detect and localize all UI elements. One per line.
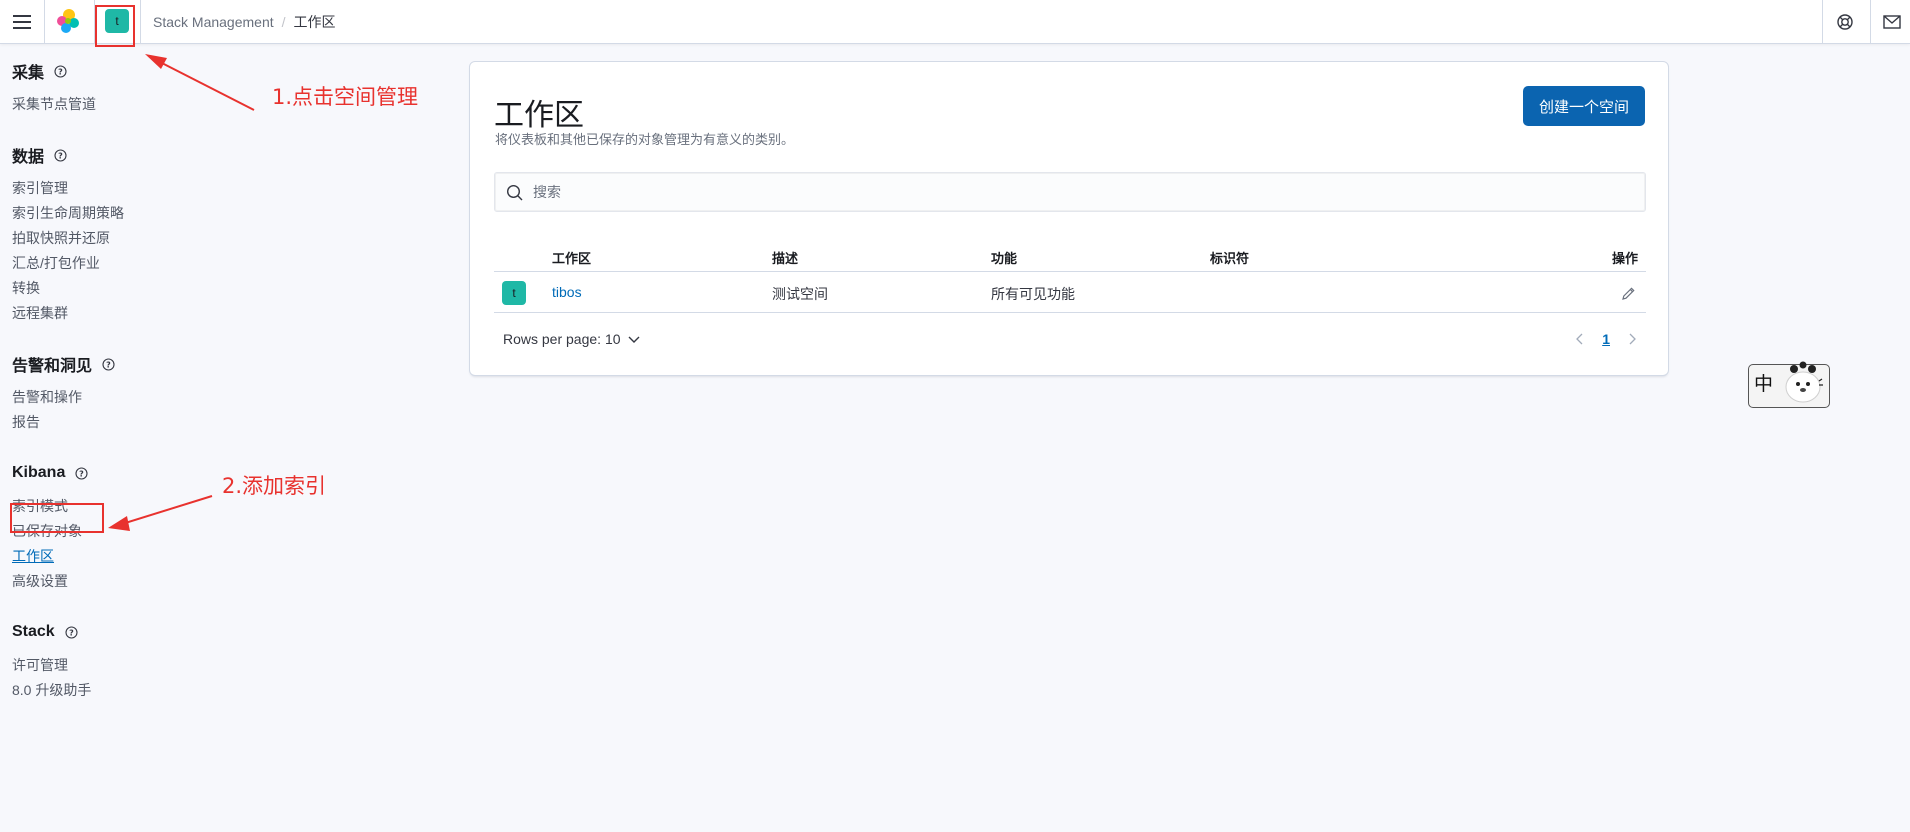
header-divider <box>140 0 141 44</box>
nav-group-title: 告警和洞见 <box>12 358 93 375</box>
table-header: 工作区 描述 功能 标识符 操作 <box>494 234 1646 272</box>
space-avatar: t <box>502 281 526 305</box>
header-divider <box>1870 0 1871 44</box>
chevron-left-icon[interactable] <box>1572 330 1588 348</box>
search-input[interactable] <box>533 173 1633 211</box>
rows-per-page-label: Rows per page: 10 <box>503 331 621 347</box>
sidebar-item-ilm-policies[interactable]: 索引生命周期策略 <box>12 201 342 226</box>
breadcrumb: Stack Management / 工作区 <box>153 12 336 32</box>
annotation-step2-label: 2.添加索引 <box>222 474 327 498</box>
sidebar-item-index-management[interactable]: 索引管理 <box>12 176 342 201</box>
help-icon: ? <box>65 625 78 639</box>
sidebar-item-alerts-actions[interactable]: 告警和操作 <box>12 385 342 410</box>
table-row: t tibos 测试空间 所有可见功能 <box>494 272 1646 313</box>
elastic-cluster-logo-icon[interactable] <box>54 7 82 35</box>
nav-group-data: 数据? 索引管理 索引生命周期策略 拍取快照并还原 汇总/打包作业 转换 远程集… <box>12 144 342 326</box>
page-description: 将仪表板和其他已保存的对象管理为有意义的类别。 <box>495 132 795 147</box>
newsfeed-mail-icon[interactable] <box>1879 9 1905 35</box>
search-icon <box>506 184 524 202</box>
sidebar-item-upgrade-assistant[interactable]: 8.0 升级助手 <box>12 678 342 703</box>
edit-pencil-icon[interactable] <box>1618 283 1638 303</box>
column-header-identifier: 标识符 <box>1210 251 1250 266</box>
breadcrumb-current: 工作区 <box>293 14 336 30</box>
space-features: 所有可见功能 <box>991 286 1075 302</box>
svg-text:?: ? <box>69 628 74 637</box>
column-header-space[interactable]: 工作区 <box>552 248 591 267</box>
header-divider <box>1822 0 1823 44</box>
spaces-panel: 工作区 将仪表板和其他已保存的对象管理为有意义的类别。 创建一个空间 工作区 描… <box>469 61 1669 376</box>
sidebar-item-rollup-jobs[interactable]: 汇总/打包作业 <box>12 251 342 276</box>
svg-text:?: ? <box>106 360 111 369</box>
svg-text:?: ? <box>58 151 63 160</box>
sidebar-item-snapshot-restore[interactable]: 拍取快照并还原 <box>12 226 342 251</box>
sidebar-item-spaces[interactable]: 工作区 <box>12 544 342 569</box>
chevron-down-icon <box>628 331 640 347</box>
ime-mascot-icon <box>1779 351 1827 407</box>
annotation-step1-label: 1.点击空间管理 <box>272 85 419 109</box>
help-icon: ? <box>54 148 67 162</box>
pagination: 1 <box>1572 330 1640 348</box>
help-lifebuoy-icon[interactable] <box>1832 9 1858 35</box>
breadcrumb-stack-management[interactable]: Stack Management <box>153 14 274 30</box>
nav-group-title: Kibana <box>12 464 66 481</box>
sidebar-item-license-management[interactable]: 许可管理 <box>12 653 342 678</box>
annotation-highlight-index-patterns <box>10 503 104 533</box>
create-space-button[interactable]: 创建一个空间 <box>1523 86 1645 126</box>
chevron-right-icon[interactable] <box>1624 330 1640 348</box>
management-sidebar: 采集? 采集节点管道 数据? 索引管理 索引生命周期策略 拍取快照并还原 汇总/… <box>12 60 342 730</box>
help-icon: ? <box>102 357 115 371</box>
nav-group-title: Stack <box>12 623 55 640</box>
page-title: 工作区 <box>494 99 584 132</box>
nav-group-stack: Stack? 许可管理 8.0 升级助手 <box>12 621 342 703</box>
page-number-button[interactable]: 1 <box>1602 331 1610 347</box>
help-icon: ? <box>75 466 88 480</box>
ime-language-widget[interactable]: 中 <box>1748 361 1830 408</box>
column-header-description: 描述 <box>772 251 799 266</box>
space-name-link[interactable]: tibos <box>552 284 582 300</box>
rows-per-page-selector[interactable]: Rows per page: 10 <box>503 331 640 347</box>
space-description: 测试空间 <box>772 286 828 302</box>
sidebar-item-reporting[interactable]: 报告 <box>12 410 342 435</box>
nav-group-title: 采集 <box>12 65 45 82</box>
annotation-highlight-space-selector <box>95 5 135 47</box>
svg-text:?: ? <box>58 67 63 76</box>
spaces-table: 工作区 描述 功能 标识符 操作 t tibos 测试空间 所有可见功能 <box>494 234 1646 313</box>
sidebar-item-advanced-settings[interactable]: 高级设置 <box>12 569 342 594</box>
sidebar-item-remote-clusters[interactable]: 远程集群 <box>12 301 342 326</box>
nav-group-title: 数据 <box>12 149 45 166</box>
column-header-features: 功能 <box>991 251 1018 266</box>
search-field[interactable] <box>494 172 1646 212</box>
header-divider <box>44 0 45 44</box>
help-icon: ? <box>54 64 67 78</box>
ime-mode-char: 中 <box>1754 373 1774 395</box>
breadcrumb-separator: / <box>281 14 286 30</box>
svg-text:?: ? <box>80 469 85 478</box>
nav-group-alerts-insights: 告警和洞见? 告警和操作 报告 <box>12 353 342 435</box>
column-header-actions: 操作 <box>1611 251 1638 266</box>
top-header: t Stack Management / 工作区 <box>0 0 1910 44</box>
hamburger-menu-icon[interactable] <box>10 10 34 34</box>
sidebar-item-transforms[interactable]: 转换 <box>12 276 342 301</box>
